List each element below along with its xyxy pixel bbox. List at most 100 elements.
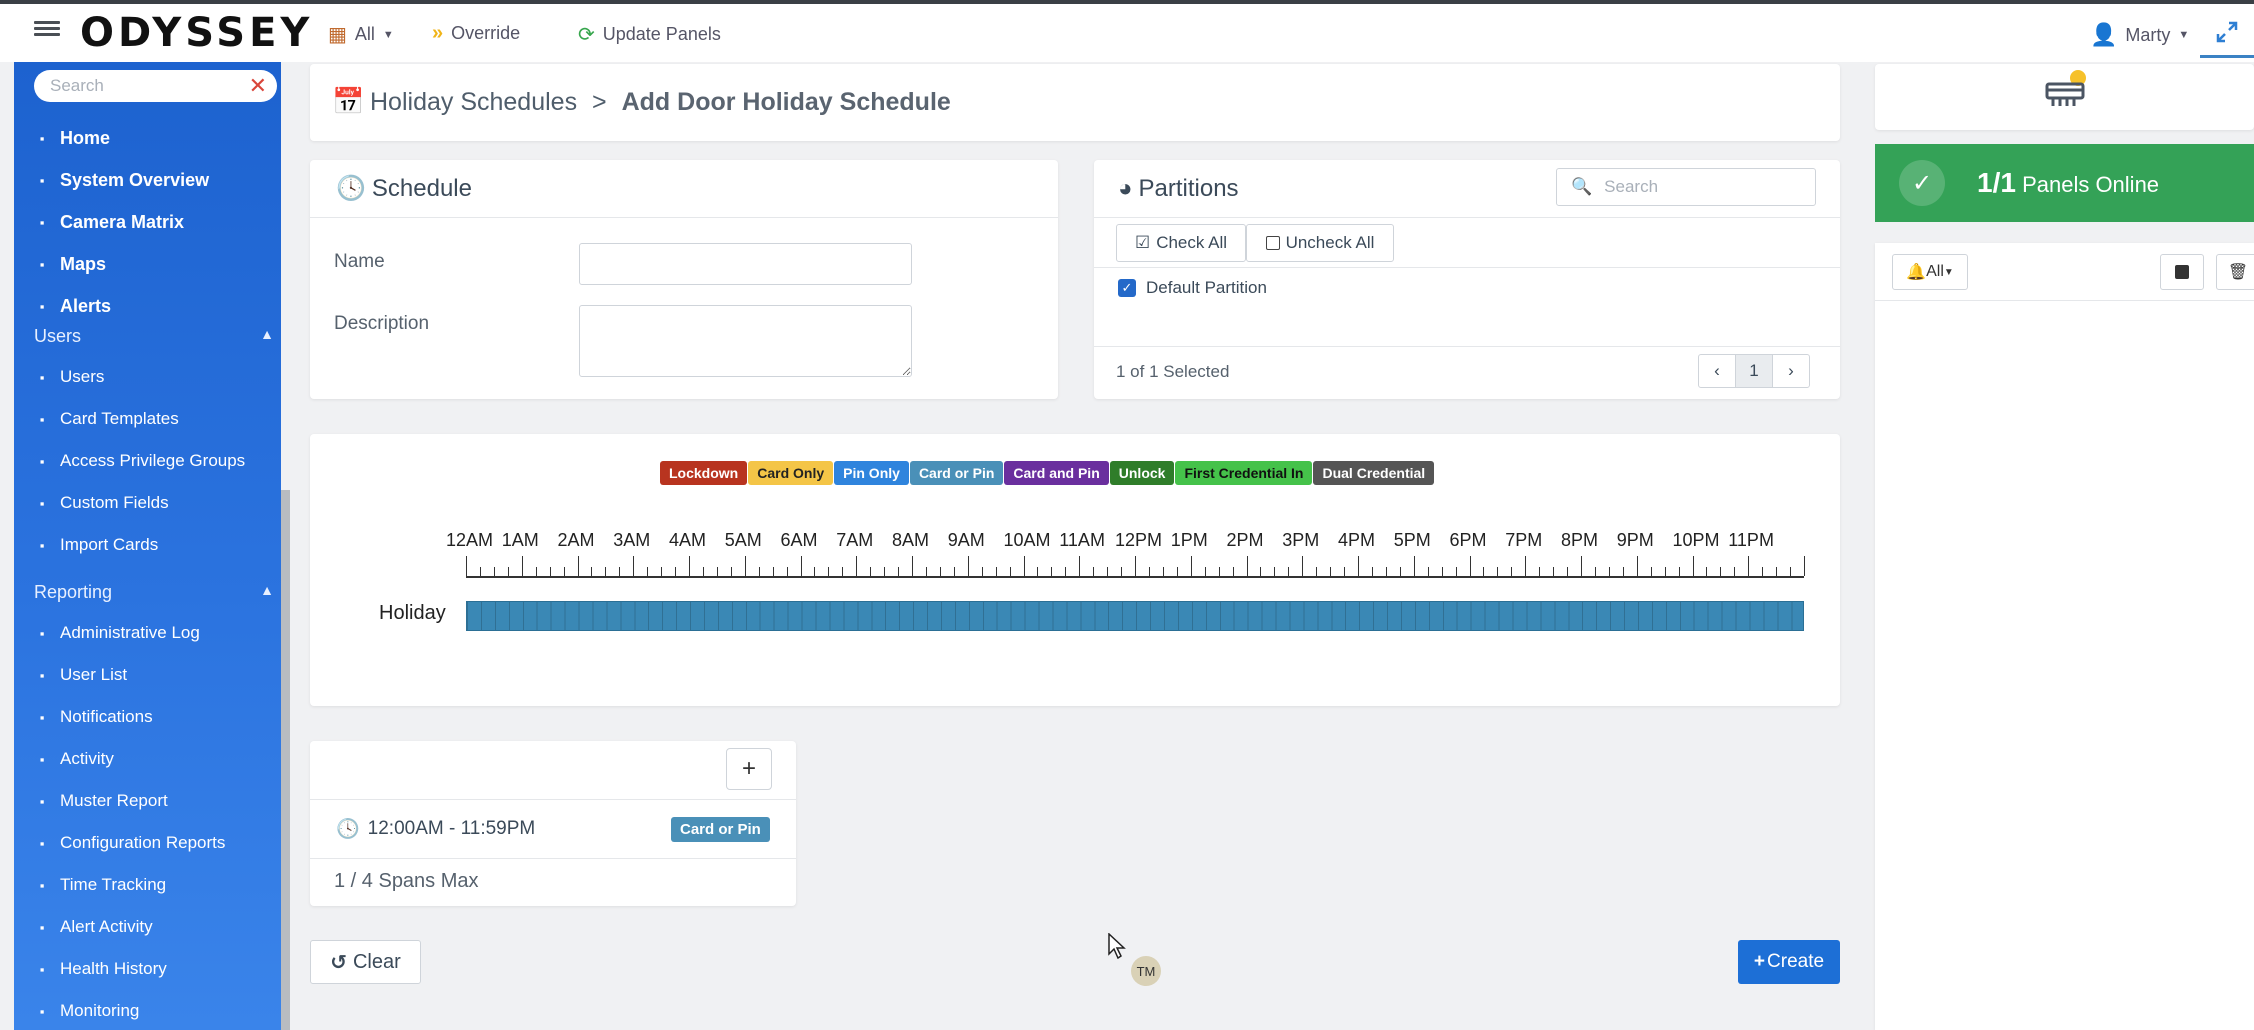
axis-tick	[1232, 567, 1234, 576]
update-panels-button[interactable]: ⟳ Update Panels	[578, 22, 721, 47]
sidebar-item-camera-matrix[interactable]: ▪ Camera Matrix	[34, 212, 184, 233]
partition-list-item[interactable]: ✓ Default Partition	[1118, 278, 1267, 298]
description-field[interactable]	[579, 305, 912, 377]
axis-tick	[1371, 567, 1373, 576]
hour-label: 4PM	[1338, 530, 1376, 550]
legend-card-or-pin: Card or Pin	[909, 461, 1004, 485]
axis-tick	[884, 567, 886, 576]
sidebar-item-label: Maps	[60, 254, 107, 274]
description-label: Description	[334, 313, 430, 334]
axis-tick	[1608, 567, 1610, 576]
sidebar-item-configuration-reports[interactable]: ▪ Configuration Reports	[34, 833, 226, 853]
uncheck-all-label: Uncheck All	[1285, 233, 1375, 252]
sidebar-item-label: Card Templates	[60, 409, 179, 428]
axis-tick	[702, 567, 704, 576]
sidebar-item-card-templates[interactable]: ▪ Card Templates	[34, 409, 179, 429]
axis-tick	[1483, 567, 1485, 576]
axis-tick	[814, 567, 816, 576]
sidebar-item-custom-fields[interactable]: ▪ Custom Fields	[34, 493, 169, 513]
clear-button[interactable]: ↺ Clear	[310, 940, 421, 984]
sidebar-item-label: Alerts	[60, 296, 112, 316]
holiday-schedule-bar[interactable]	[466, 601, 1804, 631]
clock-icon: 🕓	[336, 175, 366, 202]
sidebar-item-label: Users	[60, 367, 105, 386]
alert-icon: ▪	[39, 919, 45, 935]
spans-card: + 🕓 12:00AM - 11:59PM Card or Pin 1 / 4 S…	[310, 741, 796, 906]
hour-label: 12AM	[446, 530, 494, 550]
sidebar-item-user-list[interactable]: ▪ User List	[34, 665, 127, 685]
building-icon: ▦	[328, 24, 347, 46]
legend-lockdown: Lockdown	[660, 461, 748, 485]
uncheck-all-button[interactable]: Uncheck All	[1246, 224, 1394, 262]
breadcrumb-parent[interactable]: Holiday Schedules	[370, 88, 577, 116]
sidebar-item-activity[interactable]: ▪ Activity	[34, 749, 114, 769]
update-panels-label: Update Panels	[602, 24, 721, 44]
sidebar-item-time-tracking[interactable]: ▪ Time Tracking	[34, 875, 166, 895]
axis-tick	[1776, 567, 1778, 576]
sidebar-item-label: Health History	[60, 959, 167, 978]
hour-label: 9AM	[947, 530, 985, 550]
axis-tick	[563, 567, 565, 576]
schedule-card: 🕓 Schedule Name Description	[310, 160, 1058, 399]
next-page-button[interactable]: ›	[1772, 354, 1810, 388]
axis-tick	[605, 567, 607, 576]
span-row[interactable]: 🕓 12:00AM - 11:59PM Card or Pin	[310, 799, 796, 859]
sidebar-item-muster-report[interactable]: ▪ Muster Report	[34, 791, 168, 811]
check-all-button[interactable]: ☑ Check All	[1116, 224, 1246, 262]
bell-icon: ▪	[39, 299, 45, 314]
sidebar-item-monitoring[interactable]: ▪ Monitoring	[34, 1001, 140, 1021]
expand-icon[interactable]	[2200, 8, 2254, 58]
sidebar-item-notifications[interactable]: ▪ Notifications	[34, 707, 153, 727]
axis-tick	[1525, 556, 1527, 576]
hour-label: 12PM	[1115, 530, 1163, 550]
stop-button[interactable]	[2160, 254, 2204, 290]
sidebar-scrollbar[interactable]	[281, 490, 290, 1030]
chevron-up-icon: ▲	[260, 326, 274, 342]
current-page[interactable]: 1	[1735, 354, 1773, 388]
sidebar-item-import-cards[interactable]: ▪ Import Cards	[34, 535, 159, 555]
axis-tick	[870, 567, 872, 576]
prev-page-button[interactable]: ‹	[1698, 354, 1736, 388]
sidebar-item-administrative-log[interactable]: ▪ Administrative Log	[34, 623, 200, 643]
sidebar-section-reporting[interactable]: Reporting ▲	[34, 582, 274, 603]
create-button[interactable]: + Create	[1738, 940, 1840, 984]
checkbox-checked-icon[interactable]: ✓	[1118, 279, 1136, 297]
override-button[interactable]: » Override	[432, 22, 520, 45]
mode-legend: Lockdown Card Only Pin Only Card or Pin Card…	[660, 461, 1435, 485]
partition-label: Default Partition	[1146, 278, 1267, 297]
axis-tick	[842, 567, 844, 576]
sidebar-item-alert-activity[interactable]: ▪ Alert Activity	[34, 917, 153, 937]
hamburger-menu-icon[interactable]	[34, 18, 60, 44]
app-logo[interactable]: ODYSSEY	[80, 10, 313, 56]
sidebar-item-alerts[interactable]: ▪ Alerts	[34, 296, 111, 317]
name-field[interactable]	[579, 243, 912, 285]
clear-label: Clear	[352, 950, 401, 973]
sidebar-item-maps[interactable]: ▪ Maps	[34, 254, 106, 275]
axis-tick	[577, 556, 579, 576]
sidebar-item-users[interactable]: ▪ Users	[34, 367, 105, 387]
sidebar-item-home[interactable]: ▪ Home	[34, 128, 110, 149]
alert-filter-button[interactable]: 🔔 All ▼	[1892, 254, 1968, 290]
sidebar-item-label: User List	[60, 665, 128, 684]
avatar[interactable]: TM	[1131, 956, 1161, 986]
hour-label: 3PM	[1282, 530, 1320, 550]
axis-tick	[1358, 556, 1359, 576]
delete-button[interactable]: 🗑	[2216, 254, 2254, 290]
sidebar-search-input[interactable]: Search ✕	[34, 70, 277, 102]
alert-filter-label: All	[1926, 263, 1944, 280]
sidebar-section-users[interactable]: Users ▲	[34, 326, 274, 347]
sidebar-item-label: Configuration Reports	[60, 833, 226, 852]
axis-tick	[1316, 567, 1318, 576]
privilege-icon: ▪	[39, 453, 45, 469]
clear-search-icon[interactable]: ✕	[249, 73, 267, 99]
site-filter-button[interactable]: ▦ All ▼	[328, 22, 394, 47]
sidebar-item-label: Activity	[60, 749, 114, 768]
axis-tick	[1399, 567, 1401, 576]
sidebar-item-access-privilege-groups[interactable]: ▪ Access Privilege Groups	[34, 451, 246, 471]
user-menu[interactable]: 👤 Marty ▼	[2090, 22, 2189, 48]
breadcrumb-separator: >	[592, 88, 607, 116]
add-span-button[interactable]: +	[726, 748, 772, 790]
sidebar-item-system-overview[interactable]: ▪ System Overview	[34, 170, 209, 191]
partition-search-input[interactable]: 🔍 Search	[1556, 168, 1816, 206]
sidebar-item-health-history[interactable]: ▪ Health History	[34, 959, 167, 979]
